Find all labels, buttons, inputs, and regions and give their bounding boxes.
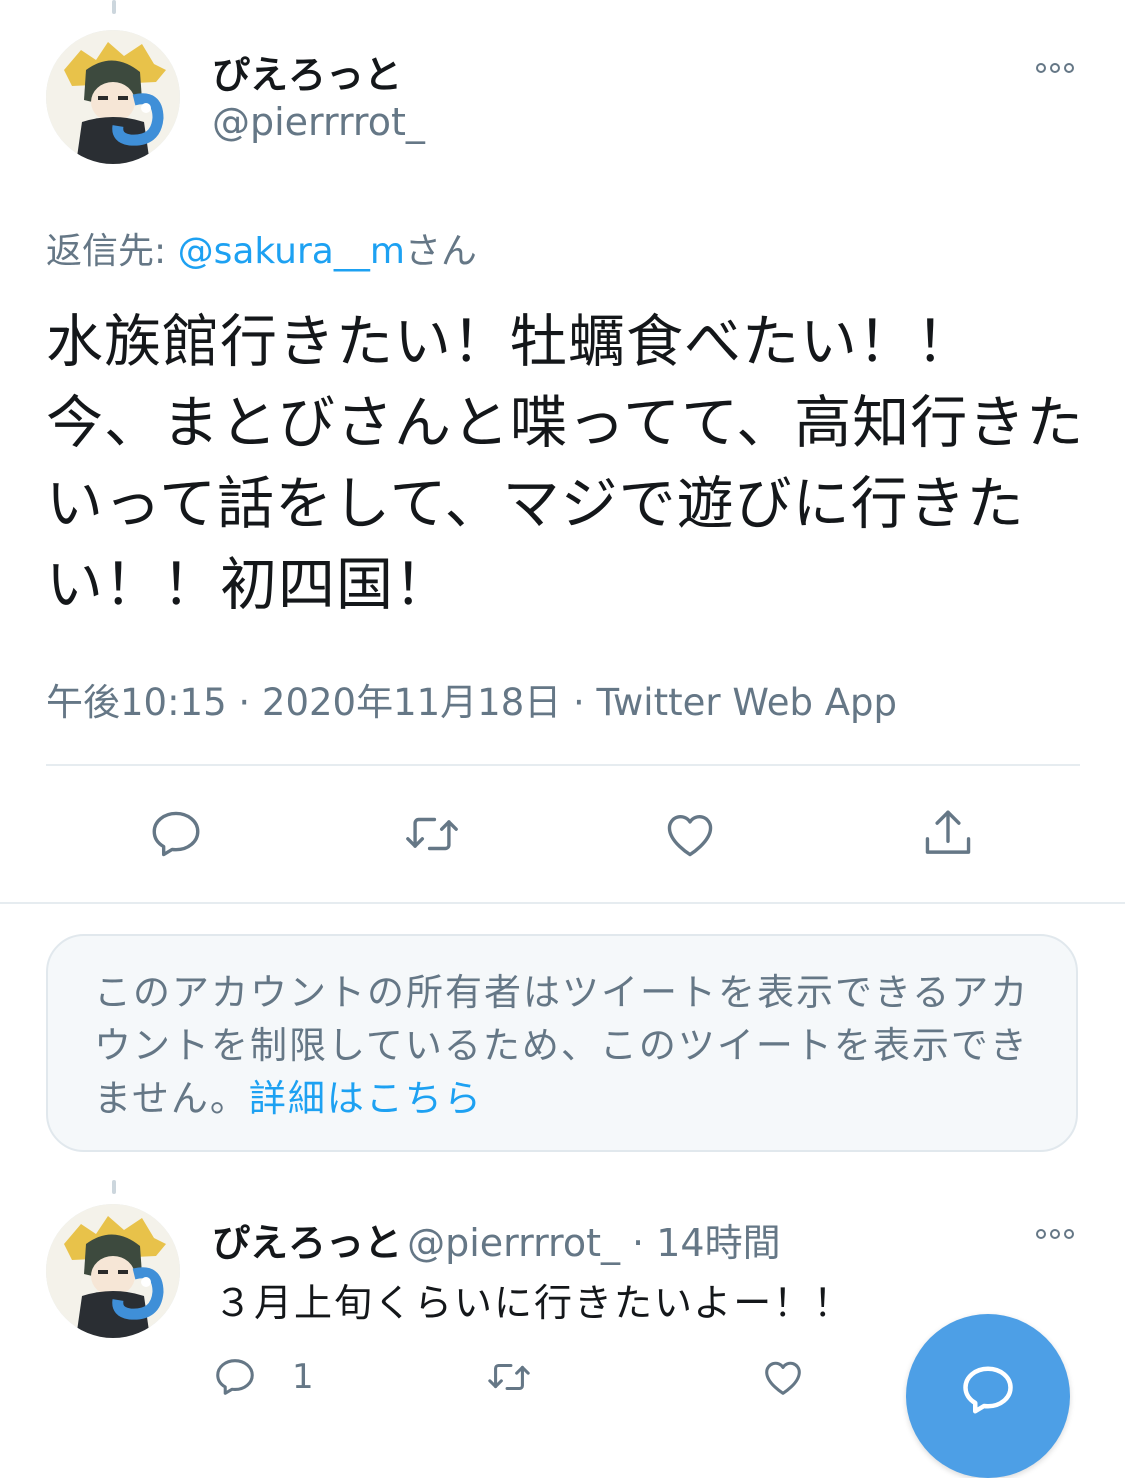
divider	[46, 764, 1080, 766]
reply-text: ３月上旬くらいに行きたいよー！！	[214, 1281, 854, 1325]
notice-text: このアカウントの所有者はツイートを表示できるアカウントを制限しているため、このツ…	[94, 971, 1030, 1120]
reply-header: ぴえろっと @pierrrrot_ · 14時間	[212, 1212, 781, 1267]
reply-time[interactable]: 14時間	[656, 1221, 780, 1265]
reply-like-button[interactable]	[760, 1354, 806, 1400]
reply-button[interactable]	[144, 802, 208, 866]
reply-to-suffix: さん	[404, 231, 477, 272]
learn-more-link[interactable]: 詳細はこちら	[249, 1077, 483, 1120]
more-options-icon[interactable]	[1030, 58, 1080, 78]
compose-reply-fab[interactable]	[906, 1314, 1070, 1478]
display-name[interactable]: ぴえろっと	[212, 44, 402, 99]
reply-count: 1	[292, 1357, 314, 1397]
meta-separator: ·	[561, 681, 597, 724]
like-icon	[765, 1361, 801, 1395]
thread-line-top	[112, 0, 116, 14]
reply-time-separator: ·	[619, 1221, 657, 1265]
tweet-source[interactable]: Twitter Web App	[597, 681, 897, 724]
tweet-metadata: 午後10:15 · 2020年11月18日 · Twitter Web App	[46, 672, 897, 726]
reply-retweet-button[interactable]	[486, 1354, 532, 1400]
section-divider	[0, 902, 1125, 904]
reply-to-handle-link[interactable]: @sakura__m	[178, 231, 405, 272]
retweet-button[interactable]	[400, 802, 464, 866]
reply-display-name[interactable]: ぴえろっと	[212, 1221, 402, 1265]
reply-icon	[963, 1366, 1013, 1414]
share-button[interactable]	[916, 802, 980, 866]
retweet-icon	[488, 1363, 530, 1391]
reply-icon	[152, 811, 200, 857]
timestamp[interactable]: 午後10:15 · 2020年11月18日	[46, 681, 561, 724]
handle[interactable]: @pierrrrot_	[212, 100, 425, 144]
reply-to-label: 返信先:	[46, 231, 178, 272]
reply-icon	[216, 1359, 254, 1395]
avatar-image	[46, 30, 180, 164]
reply-handle[interactable]: @pierrrrot_	[407, 1221, 620, 1265]
restricted-tweet-notice: このアカウントの所有者はツイートを表示できるアカウントを制限しているため、このツ…	[46, 934, 1078, 1152]
like-button[interactable]	[658, 802, 722, 866]
thread-line-reply	[112, 1180, 116, 1194]
avatar[interactable]	[46, 30, 180, 164]
avatar-image	[46, 1204, 180, 1338]
reply-to-line: 返信先: @sakura__mさん	[46, 222, 477, 274]
reply-more-options-icon[interactable]	[1030, 1224, 1080, 1244]
share-icon	[925, 810, 971, 854]
tweet-text: 水族館行きたい！牡蠣食べたい！！ 今、まとびさんと喋ってて、高知行きたいって話を…	[46, 309, 1085, 618]
retweet-icon	[406, 817, 458, 851]
like-icon	[667, 815, 713, 857]
reply-reply-button[interactable]: 1	[212, 1354, 314, 1400]
reply-avatar[interactable]	[46, 1204, 180, 1338]
